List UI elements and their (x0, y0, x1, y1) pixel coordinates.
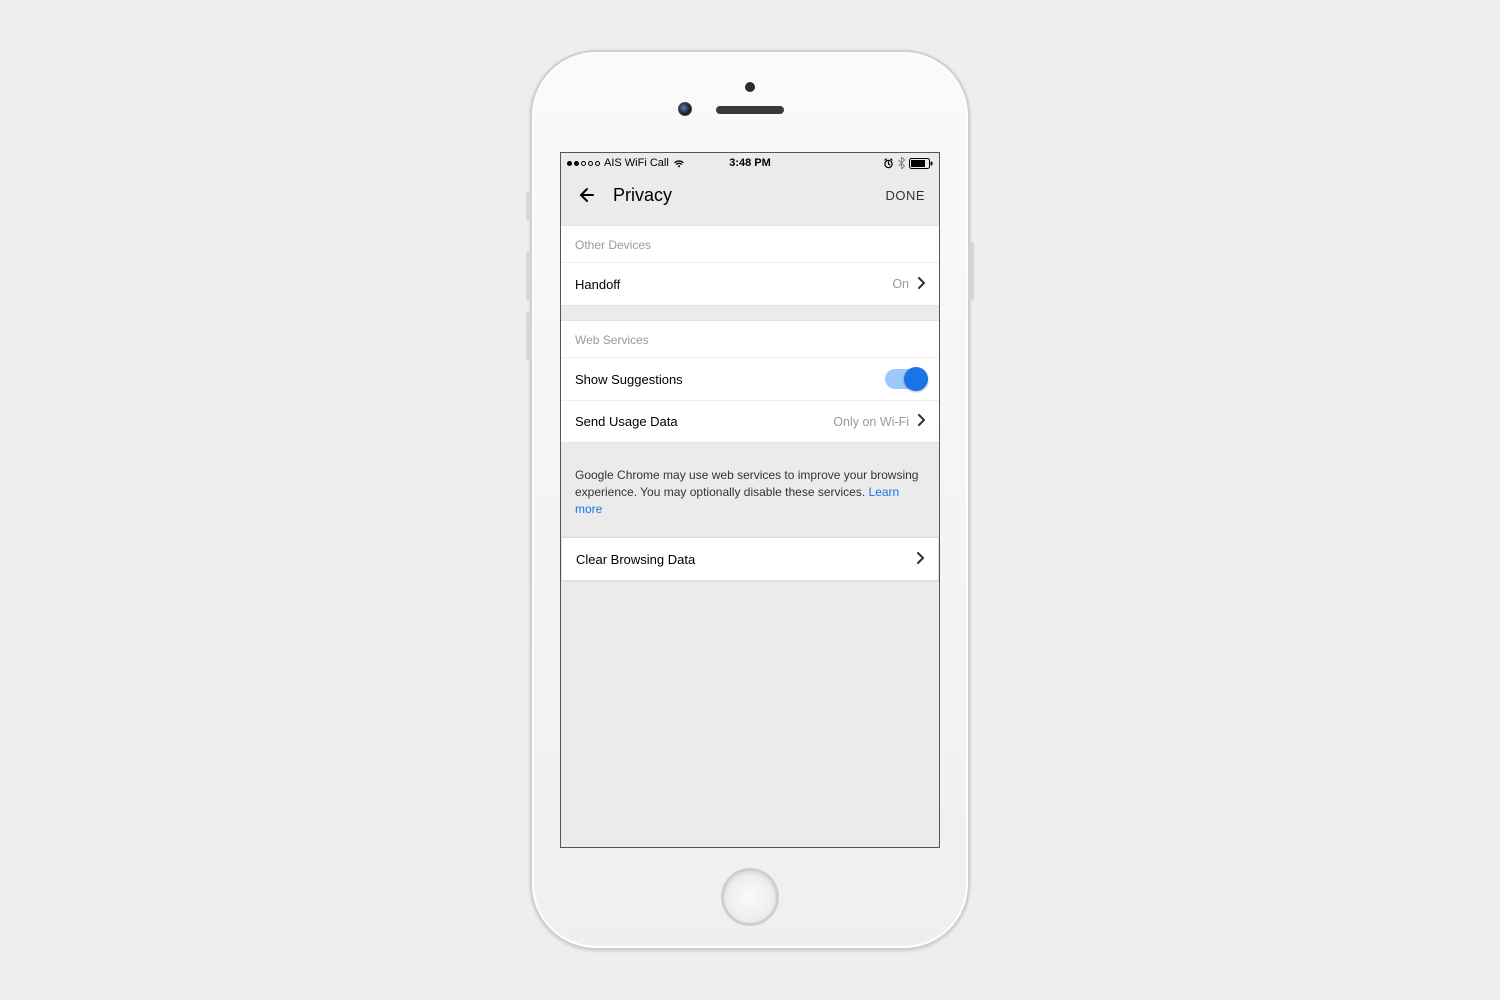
section-clear-browsing: Clear Browsing Data (561, 537, 939, 581)
carrier-label: AIS WiFi Call (604, 157, 669, 169)
bluetooth-icon (898, 157, 905, 169)
page-title: Privacy (613, 185, 672, 206)
alarm-icon (883, 158, 894, 169)
chevron-right-icon (917, 277, 925, 292)
row-handoff[interactable]: Handoff On (561, 263, 939, 305)
status-bar: AIS WiFi Call 3:48 PM (561, 153, 939, 173)
volume-down-button (526, 312, 531, 360)
home-button[interactable] (721, 868, 779, 926)
handoff-label: Handoff (575, 277, 620, 292)
front-camera (678, 102, 692, 116)
earpiece-speaker (716, 106, 784, 114)
done-button[interactable]: DONE (885, 188, 925, 203)
handoff-value: On (892, 277, 909, 291)
mute-switch (526, 192, 531, 220)
show-suggestions-label: Show Suggestions (575, 372, 683, 387)
battery-icon (909, 158, 933, 169)
signal-dots-icon (567, 161, 600, 166)
power-button (969, 242, 974, 300)
arrow-left-icon (575, 185, 595, 205)
row-show-suggestions[interactable]: Show Suggestions (561, 358, 939, 400)
screen: AIS WiFi Call 3:48 PM (560, 152, 940, 848)
section-header-web-services: Web Services (561, 321, 939, 358)
wifi-icon (673, 159, 685, 168)
row-clear-browsing-data[interactable]: Clear Browsing Data (562, 538, 938, 580)
section-header-other-devices: Other Devices (561, 226, 939, 263)
row-send-usage-data[interactable]: Send Usage Data Only on Wi-Fi (561, 400, 939, 442)
volume-up-button (526, 252, 531, 300)
chevron-right-icon (917, 414, 925, 429)
iphone-frame: AIS WiFi Call 3:48 PM (530, 50, 970, 950)
clock-label: 3:48 PM (729, 157, 771, 169)
send-usage-label: Send Usage Data (575, 414, 678, 429)
section-other-devices: Other Devices Handoff On (561, 225, 939, 306)
send-usage-value: Only on Wi-Fi (833, 415, 909, 429)
nav-bar: Privacy DONE (561, 173, 939, 217)
proximity-sensor (745, 82, 755, 92)
content-scroll[interactable]: Other Devices Handoff On Web Services Sh… (561, 217, 939, 847)
clear-browsing-label: Clear Browsing Data (576, 552, 695, 567)
section-web-services: Web Services Show Suggestions Send Usage… (561, 320, 939, 443)
footnote-text: Google Chrome may use web services to im… (575, 468, 918, 499)
show-suggestions-toggle[interactable] (885, 369, 925, 389)
back-button[interactable] (571, 181, 599, 209)
web-services-footnote: Google Chrome may use web services to im… (561, 457, 939, 531)
chevron-right-icon (916, 552, 924, 567)
